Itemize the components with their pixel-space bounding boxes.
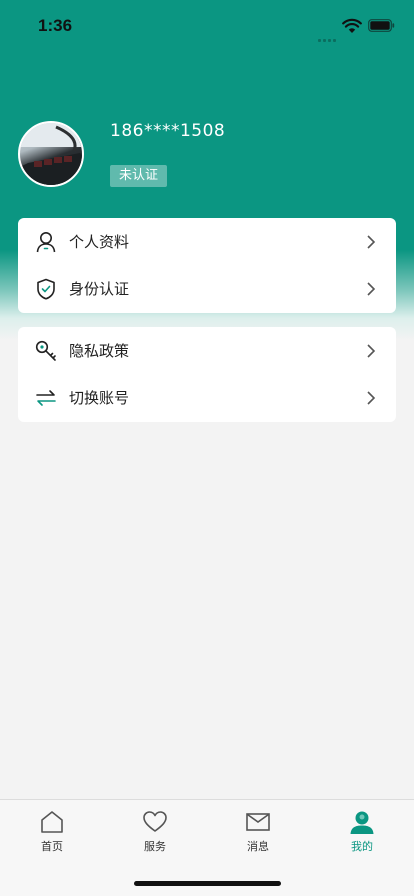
chevron-right-icon: [367, 234, 376, 249]
swap-arrows-icon: [35, 387, 57, 409]
tab-service[interactable]: 服务: [125, 810, 185, 854]
menu-item-label: 切换账号: [69, 389, 130, 407]
chevron-right-icon: [367, 390, 376, 405]
heart-icon: [143, 811, 167, 832]
tab-mine[interactable]: 我的: [332, 810, 392, 854]
tab-label: 服务: [144, 840, 166, 853]
menu-card-account: 个人资料 身份认证: [18, 218, 396, 313]
cert-status-badge[interactable]: 未认证: [110, 165, 168, 187]
mail-icon: [246, 813, 270, 831]
menu-item-switch-account[interactable]: 切换账号: [18, 374, 396, 421]
menu-card-settings: 隐私政策 切换账号: [18, 327, 396, 422]
battery-icon: [368, 19, 395, 32]
user-icon: [350, 811, 374, 834]
cellular-signal-icon: [318, 27, 340, 42]
status-bar: 1:36: [0, 0, 414, 48]
menu-item-label: 隐私政策: [69, 342, 130, 360]
status-time: 1:36: [38, 16, 73, 35]
shield-check-icon: [35, 278, 57, 300]
phone-number: 186****1508: [110, 121, 226, 141]
tab-label: 首页: [41, 840, 63, 853]
key-icon: [35, 340, 57, 362]
tab-home[interactable]: 首页: [22, 810, 82, 854]
avatar[interactable]: [18, 121, 84, 187]
menu-item-label: 身份认证: [69, 280, 130, 298]
person-icon: [35, 231, 57, 253]
menu-item-identity-verification[interactable]: 身份认证: [18, 265, 396, 312]
menu-item-label: 个人资料: [69, 233, 130, 251]
home-indicator[interactable]: [134, 881, 281, 886]
menu-item-privacy-policy[interactable]: 隐私政策: [18, 327, 396, 374]
chevron-right-icon: [367, 281, 376, 296]
tab-label: 我的: [351, 840, 373, 853]
wifi-icon: [342, 18, 362, 33]
tab-label: 消息: [247, 840, 269, 853]
tab-messages[interactable]: 消息: [228, 810, 288, 854]
chevron-right-icon: [367, 343, 376, 358]
home-icon: [41, 811, 63, 833]
menu-item-personal-info[interactable]: 个人资料: [18, 218, 396, 265]
